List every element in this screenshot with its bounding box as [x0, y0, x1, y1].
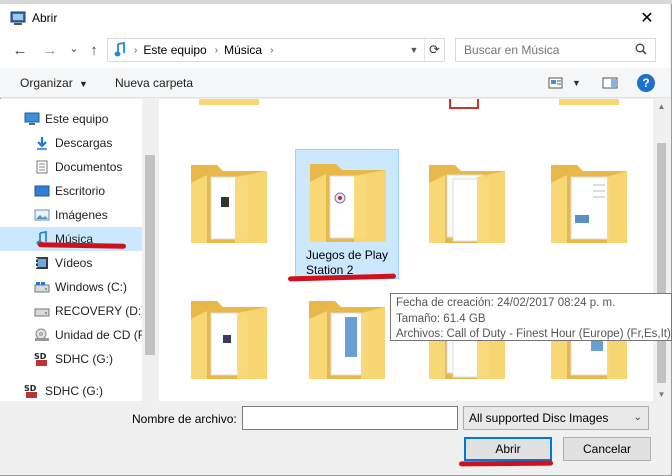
open-button[interactable]: Abrir	[464, 437, 552, 461]
back-button[interactable]: ←	[10, 40, 30, 60]
search-box[interactable]	[455, 38, 656, 62]
downloads-icon	[34, 136, 50, 150]
file-type-value: All supported Disc Images	[469, 411, 609, 425]
pc-icon	[24, 112, 40, 126]
file-list: Juegos de Play Station 2	[159, 99, 653, 401]
sidebar-item-sdhc-g[interactable]: SD SDHC (G:)	[0, 347, 142, 371]
tooltip-size: Tamaño: 61.4 GB	[396, 312, 486, 325]
sidebar-item-label: Descargas	[55, 136, 113, 150]
images-icon	[34, 208, 50, 222]
scroll-down-icon[interactable]: ▼	[653, 387, 670, 401]
sidebar-item-descargas[interactable]: Descargas	[0, 131, 142, 155]
new-folder-button[interactable]: Nueva carpeta	[115, 76, 193, 90]
annotation-underline-abrir	[458, 460, 554, 467]
sidebar-item-label: Unidad de CD (F	[55, 328, 146, 342]
svg-text:SD: SD	[24, 384, 37, 393]
recent-locations-button[interactable]: ⌄	[64, 38, 84, 58]
partial-folder-top[interactable]	[559, 99, 619, 105]
folder-icon	[191, 301, 267, 379]
preview-pane-icon[interactable]	[602, 76, 618, 90]
sidebar-item-label: RECOVERY (D:)	[55, 304, 146, 318]
app-icon	[10, 11, 26, 25]
content-scrollbar[interactable]: ▲ ▼	[653, 99, 670, 401]
sidebar-item-label: Windows (C:)	[55, 280, 128, 294]
partial-document-thumbnail[interactable]	[449, 99, 479, 109]
organize-button[interactable]: Organizar ▼	[20, 76, 88, 90]
forward-button[interactable]: →	[40, 40, 60, 60]
folder-item[interactable]	[177, 287, 281, 401]
drive-icon	[34, 304, 50, 318]
sidebar-item-label: Este equipo	[45, 112, 109, 126]
chevron-down-icon: ⌄	[633, 412, 642, 423]
desktop-icon	[34, 184, 50, 198]
search-icon[interactable]	[635, 43, 647, 58]
help-icon[interactable]: ?	[637, 74, 655, 92]
videos-icon	[34, 256, 50, 270]
sidebar-item-escritorio[interactable]: Escritorio	[0, 179, 142, 203]
sidebar-item-label: SDHC (G:)	[45, 384, 103, 398]
breadcrumb-separator-icon: ›	[134, 44, 138, 56]
refresh-icon[interactable]: ⟳	[424, 39, 444, 61]
organize-label: Organizar	[20, 76, 73, 90]
view-options-icon[interactable]: ▼	[548, 76, 581, 90]
sidebar-item-sdhc-g-root[interactable]: SD SDHC (G:)	[0, 379, 142, 401]
sd-card-icon: SD	[24, 384, 40, 398]
sd-card-icon: SD	[34, 352, 50, 366]
folder-icon	[310, 164, 386, 242]
sidebar-item-imagenes[interactable]: Imágenes	[0, 203, 142, 227]
drive-icon	[34, 280, 50, 294]
sidebar-item-unidad-cd-f[interactable]: Unidad de CD (F	[0, 323, 146, 347]
cancel-button[interactable]: Cancelar	[563, 437, 651, 461]
sidebar-item-recovery-d[interactable]: RECOVERY (D:)	[0, 299, 146, 323]
tooltip-created: Fecha de creación: 24/02/2017 08:24 p. m…	[396, 297, 616, 309]
window-title: Abrir	[32, 11, 58, 25]
scroll-up-icon[interactable]: ▲	[653, 99, 670, 113]
sidebar-item-videos[interactable]: Vídeos	[0, 251, 142, 275]
address-dropdown-icon[interactable]: ▼	[406, 39, 422, 61]
sidebar-item-label: Vídeos	[55, 256, 93, 270]
sidebar-item-documentos[interactable]: Documentos	[0, 155, 142, 179]
folder-icon	[191, 165, 267, 243]
breadcrumb-separator-icon: ›	[214, 44, 219, 56]
close-button[interactable]: ✕	[624, 4, 670, 32]
address-bar[interactable]: › Este equipo › Música › ▼ ⟳	[107, 38, 445, 62]
sidebar-item-label: Imágenes	[55, 208, 108, 222]
breadcrumb-separator-icon: ›	[270, 44, 274, 56]
svg-text:SD: SD	[34, 352, 47, 361]
sidebar-item-label: Documentos	[55, 160, 123, 174]
sidebar-item-label: Escritorio	[55, 184, 106, 198]
content-scroll-thumb[interactable]	[657, 143, 666, 383]
folder-icon	[309, 301, 385, 379]
folder-icon	[551, 165, 627, 243]
title-bar: Abrir ✕	[0, 4, 670, 32]
tooltip-files: Archivos: Call of Duty - Finest Hour (Eu…	[396, 328, 671, 340]
chevron-down-icon: ▼	[79, 79, 88, 89]
filename-input[interactable]	[242, 406, 458, 430]
breadcrumb-musica[interactable]: Música	[224, 43, 262, 57]
sidebar-item-label: SDHC (G:)	[55, 352, 113, 366]
music-note-icon	[114, 42, 126, 58]
file-type-select[interactable]: All supported Disc Images ⌄	[463, 406, 649, 430]
sidebar-scroll-thumb[interactable]	[145, 155, 155, 355]
sidebar-item-windows-c[interactable]: Windows (C:)	[0, 275, 142, 299]
folder-item[interactable]	[295, 287, 399, 401]
search-input[interactable]	[464, 43, 634, 57]
folder-info-tooltip: Fecha de creación: 24/02/2017 08:24 p. m…	[390, 293, 672, 341]
breadcrumb-este-equipo[interactable]: Este equipo	[143, 43, 206, 57]
up-button[interactable]: ↑	[84, 40, 104, 60]
folder-item[interactable]	[537, 151, 641, 281]
cd-drive-icon	[34, 328, 50, 342]
filename-label: Nombre de archivo:	[132, 412, 237, 426]
folder-icon	[429, 165, 505, 243]
navigation-pane: Este equipo Descargas Documentos Escrito…	[0, 99, 158, 401]
folder-item[interactable]	[177, 151, 281, 281]
folder-item[interactable]	[415, 151, 519, 281]
sidebar-item-este-equipo[interactable]: Este equipo	[0, 107, 142, 131]
sidebar-scrollbar[interactable]	[142, 99, 158, 401]
partial-folder-top[interactable]	[199, 99, 259, 105]
folder-item-selected[interactable]: Juegos de Play Station 2	[295, 149, 399, 279]
documents-icon	[34, 160, 50, 174]
